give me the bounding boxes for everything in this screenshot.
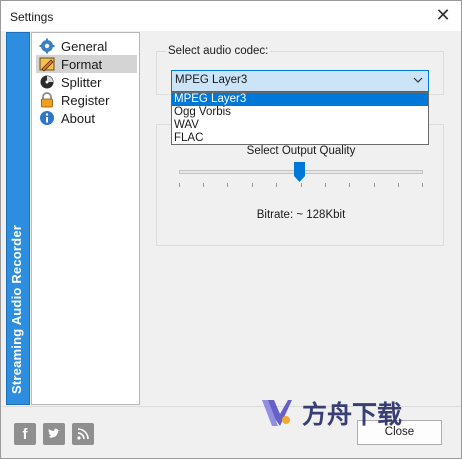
close-window-icon[interactable]: ✕ [433,6,453,26]
settings-window: Settings ✕ Streaming Audio Recorder Gene… [0,0,462,459]
codec-select-value: MPEG Layer3 [175,74,248,86]
codec-option[interactable]: FLAC [172,132,428,145]
watermark-logo-icon [262,400,292,426]
nav-item-label: Register [61,92,110,108]
codec-option[interactable]: MPEG Layer3 [172,93,428,106]
app-banner: Streaming Audio Recorder [6,32,30,405]
nav-item-label: Splitter [61,74,102,90]
pencil-icon [39,57,55,72]
codec-group-label: Select audio codec: [166,45,271,57]
format-settings-panel: Select audio codec: MPEG Layer3 MPEG Lay… [141,32,461,405]
slider-ticks [179,183,423,187]
chevron-down-icon [413,77,423,83]
nav-item-label: Format [61,56,103,72]
codec-dropdown-list: MPEG Layer3 Ogg Vorbis WAV FLAC [171,92,429,145]
nav-item-label: About [61,110,95,126]
twitter-icon[interactable] [43,423,65,445]
codec-option[interactable]: Ogg Vorbis [172,106,428,119]
rss-icon[interactable] [72,423,94,445]
watermark-text: 方舟下载 [302,400,403,429]
bitrate-readout: Bitrate: ~ 128Kbit [256,209,346,221]
window-title: Settings [10,10,54,24]
quality-slider[interactable] [179,162,423,192]
nav-item-format[interactable]: Format [36,55,137,73]
codec-select[interactable]: MPEG Layer3 [171,70,429,92]
gear-icon [39,38,55,54]
nav-item-about[interactable]: About [36,109,137,127]
nav-item-register[interactable]: Register [36,91,137,109]
settings-nav: General Format Splitter Register About [31,32,140,405]
nav-item-label: General [61,38,108,54]
lock-icon [41,92,53,108]
info-icon [40,111,54,125]
app-banner-text: Streaming Audio Recorder [9,224,24,394]
codec-option[interactable]: WAV [172,119,428,132]
watermark: 方舟下载 [258,393,438,433]
splitter-icon [40,75,54,89]
nav-item-splitter[interactable]: Splitter [36,73,137,91]
title-bar: Settings ✕ [1,1,461,31]
facebook-icon[interactable]: f [14,423,36,445]
nav-item-general[interactable]: General [36,37,137,55]
slider-thumb[interactable] [294,162,305,182]
quality-label: Select Output Quality [246,145,356,157]
